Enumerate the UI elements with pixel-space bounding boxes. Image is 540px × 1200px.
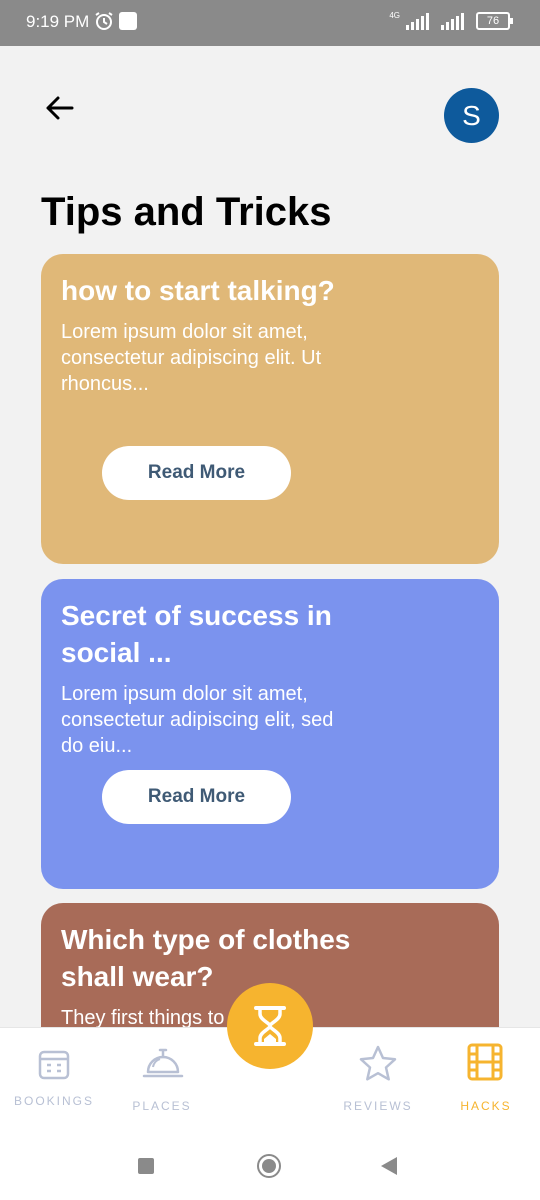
nav-label-hacks: HACKS [460, 1099, 512, 1113]
card-title: Secret of success in social ... [61, 600, 332, 668]
avatar[interactable]: S [444, 88, 499, 143]
calendar-icon [38, 1050, 70, 1080]
home-icon[interactable] [257, 1154, 281, 1178]
card-description: Lorem ipsum dolor sit amet, consectetur … [61, 683, 334, 757]
avatar-initial: S [462, 99, 481, 131]
status-bar: 9:19 PM 4G 76 [0, 0, 540, 46]
battery-icon: 76 [476, 12, 513, 30]
star-icon [359, 1045, 397, 1081]
tip-card[interactable]: how to start talking? Lorem ipsum dolor … [41, 254, 499, 564]
nav-label-bookings: BOOKINGS [13, 1094, 94, 1108]
notification-icon [119, 12, 137, 30]
read-more-button[interactable]: Read More [102, 770, 291, 824]
nav-item-hacks[interactable]: HACKS [432, 1028, 540, 1128]
read-more-button[interactable]: Read More [102, 446, 291, 500]
hourglass-icon [254, 1006, 286, 1046]
tip-card[interactable]: Secret of success in social ... Lorem ip… [41, 579, 499, 889]
nav-item-places[interactable]: PLACES [108, 1028, 216, 1128]
system-back-icon[interactable] [381, 1157, 397, 1175]
battery-level: 76 [486, 15, 500, 27]
nav-label-places: PLACES [132, 1099, 192, 1113]
nav-item-bookings[interactable]: BOOKINGS [0, 1028, 108, 1128]
page-title: Tips and Tricks [41, 190, 332, 234]
card-description: Lorem ipsum dolor sit amet, consectetur … [61, 321, 322, 395]
card-title: Which type of clothes shall wear? [61, 924, 351, 992]
network-type: 4G [389, 10, 400, 20]
signal-icon [406, 12, 429, 30]
recent-apps-icon[interactable] [138, 1158, 154, 1174]
fab-button[interactable] [227, 983, 313, 1069]
nav-label-reviews: REVIEWS [343, 1099, 413, 1113]
film-icon [467, 1043, 503, 1081]
alarm-icon [95, 12, 113, 30]
service-bell-icon [142, 1048, 184, 1078]
back-arrow-icon[interactable] [40, 88, 80, 128]
nav-item-reviews[interactable]: REVIEWS [324, 1028, 432, 1128]
card-title: how to start talking? [61, 275, 335, 306]
signal-icon-2 [441, 12, 464, 30]
status-time: 9:19 PM [26, 12, 90, 31]
